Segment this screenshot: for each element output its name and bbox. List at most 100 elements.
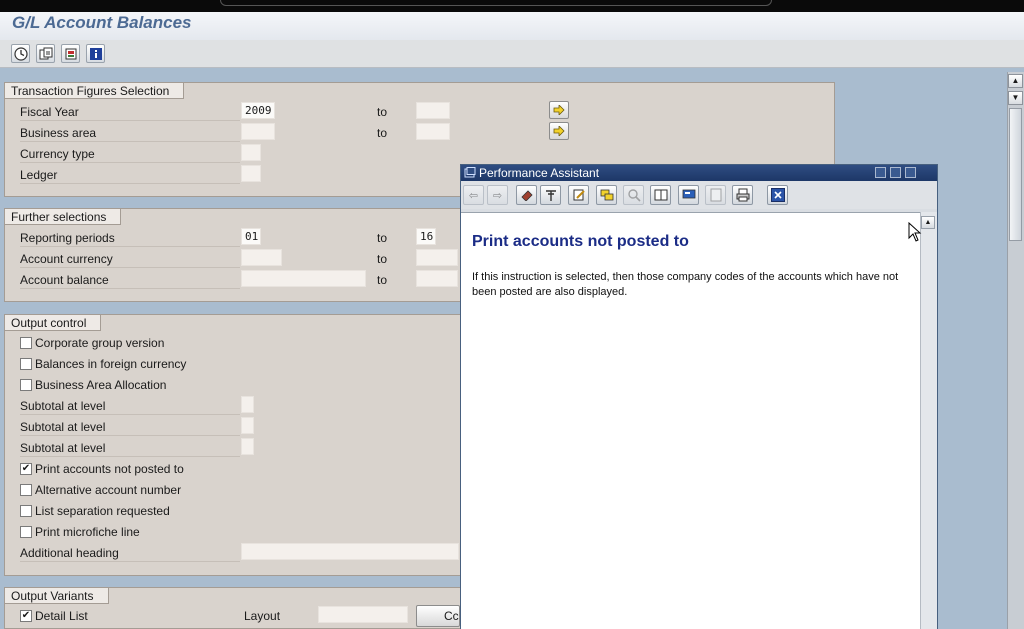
maximize-button[interactable] [890, 167, 901, 178]
to-label: to [377, 105, 388, 119]
subtotal-level-3-input[interactable] [241, 438, 254, 455]
alternative-account-number-checkbox[interactable] [20, 484, 32, 496]
print-microfiche-label: Print microfiche line [35, 525, 140, 539]
to-label: to [377, 231, 388, 245]
print-accounts-not-posted-checkbox[interactable]: ✔ [20, 463, 32, 475]
print-accounts-not-posted-label: Print accounts not posted to [35, 462, 184, 476]
currency-type-input[interactable] [241, 144, 261, 161]
help-heading: Print accounts not posted to [472, 233, 689, 250]
layout-input[interactable] [318, 606, 408, 623]
window-title: Performance Assistant [479, 166, 600, 180]
to-label: to [377, 126, 388, 140]
book-icon [654, 189, 667, 201]
pencil-icon [573, 189, 585, 201]
arrow-left-icon: ⇦ [468, 189, 479, 202]
application-toolbar [0, 40, 1024, 68]
triangle-up-icon: ▲ [924, 219, 932, 226]
business-area-multiple-button[interactable] [549, 122, 569, 140]
print-microfiche-checkbox[interactable] [20, 526, 32, 538]
fiscal-year-to-input[interactable] [416, 102, 450, 119]
subtotal-level-1-input[interactable] [241, 396, 254, 413]
back-button[interactable]: ⇦ [463, 185, 484, 205]
get-variant-button[interactable] [36, 44, 55, 63]
to-label: to [377, 273, 388, 287]
business-area-to-input[interactable] [416, 123, 450, 140]
account-balance-label: Account balance [20, 273, 109, 287]
scrollbar-thumb[interactable] [1009, 108, 1022, 241]
alternative-account-number-label: Alternative account number [35, 483, 182, 497]
subtotal-level-3-label: Subtotal at level [20, 441, 106, 455]
execute-clock-icon [13, 46, 28, 61]
list-separation-checkbox[interactable] [20, 505, 32, 517]
subtotal-level-2-input[interactable] [241, 417, 254, 434]
additional-heading-label: Additional heading [20, 546, 119, 560]
assistant-scroll-up[interactable]: ▲ [921, 216, 935, 229]
group-title: Output Variants [4, 587, 109, 604]
reporting-periods-to-input[interactable]: 16 [416, 228, 436, 245]
technical-info-button[interactable] [540, 185, 561, 205]
business-area-allocation-label: Business Area Allocation [35, 378, 167, 392]
ledger-input[interactable] [241, 165, 261, 182]
scroll-up-button[interactable]: ▲ [1008, 74, 1023, 88]
execute-button[interactable] [11, 44, 30, 63]
edit-button[interactable] [568, 185, 589, 205]
corporate-group-version-checkbox[interactable] [20, 337, 32, 349]
notes-button[interactable] [596, 185, 617, 205]
book-button[interactable] [650, 185, 671, 205]
additional-heading-input[interactable] [241, 543, 459, 560]
forward-button[interactable]: ⇨ [487, 185, 508, 205]
account-currency-input[interactable] [241, 249, 282, 266]
scroll-down-button[interactable]: ▼ [1008, 91, 1023, 105]
reporting-periods-input[interactable]: 01 [241, 228, 261, 245]
print-button[interactable] [732, 185, 753, 205]
to-label: to [377, 252, 388, 266]
display-icon [682, 189, 695, 199]
disabled-doc-button[interactable] [705, 185, 726, 205]
subtotal-level-2-label: Subtotal at level [20, 420, 106, 434]
performance-assistant-titlebar[interactable]: Performance Assistant [461, 165, 937, 181]
group-title: Transaction Figures Selection [4, 82, 185, 99]
arrow-right-icon [553, 105, 565, 115]
currency-type-label: Currency type [20, 147, 95, 161]
notes-icon [600, 189, 613, 201]
fiscal-year-multiple-button[interactable] [549, 101, 569, 119]
browser-top-strip [0, 0, 1024, 12]
business-area-allocation-checkbox[interactable] [20, 379, 32, 391]
printer-icon [736, 188, 749, 202]
selection-options-icon [65, 48, 76, 59]
mouse-cursor-icon [908, 222, 922, 242]
get-variant-icon [39, 47, 52, 59]
close-assistant-button[interactable] [767, 185, 788, 205]
arrow-right-icon: ⇨ [492, 189, 503, 202]
assistant-scrollbar[interactable] [920, 212, 937, 629]
window-icon [464, 167, 476, 178]
minimize-button[interactable] [875, 167, 886, 178]
account-balance-input[interactable] [241, 270, 366, 287]
balances-foreign-currency-checkbox[interactable] [20, 358, 32, 370]
eraser-icon [520, 190, 533, 201]
list-separation-label: List separation requested [35, 504, 170, 518]
document-icon [710, 188, 721, 202]
fiscal-year-input[interactable]: 2009 [241, 102, 275, 119]
selection-options-button[interactable] [61, 44, 80, 63]
triangle-up-icon: ▲ [1011, 76, 1020, 85]
account-balance-to-input[interactable] [416, 270, 458, 287]
group-title: Output control [4, 314, 102, 331]
close-icon [770, 188, 785, 202]
subtotal-level-1-label: Subtotal at level [20, 399, 106, 413]
account-currency-to-input[interactable] [416, 249, 458, 266]
display-button[interactable] [678, 185, 699, 205]
reporting-periods-label: Reporting periods [20, 231, 115, 245]
close-window-button[interactable] [905, 167, 916, 178]
info-icon [89, 47, 102, 60]
search-icon [627, 189, 641, 202]
page-title: G/L Account Balances [12, 13, 192, 32]
info-button[interactable] [86, 44, 105, 63]
business-area-input[interactable] [241, 123, 275, 140]
detail-list-checkbox[interactable]: ✔ [20, 610, 32, 622]
help-text: If this instruction is selected, then th… [472, 271, 899, 298]
balances-foreign-currency-label: Balances in foreign currency [35, 357, 187, 371]
eraser-button[interactable] [516, 185, 537, 205]
disabled-tool-button[interactable] [623, 185, 644, 205]
layout-options-button[interactable]: Cc [416, 605, 460, 627]
